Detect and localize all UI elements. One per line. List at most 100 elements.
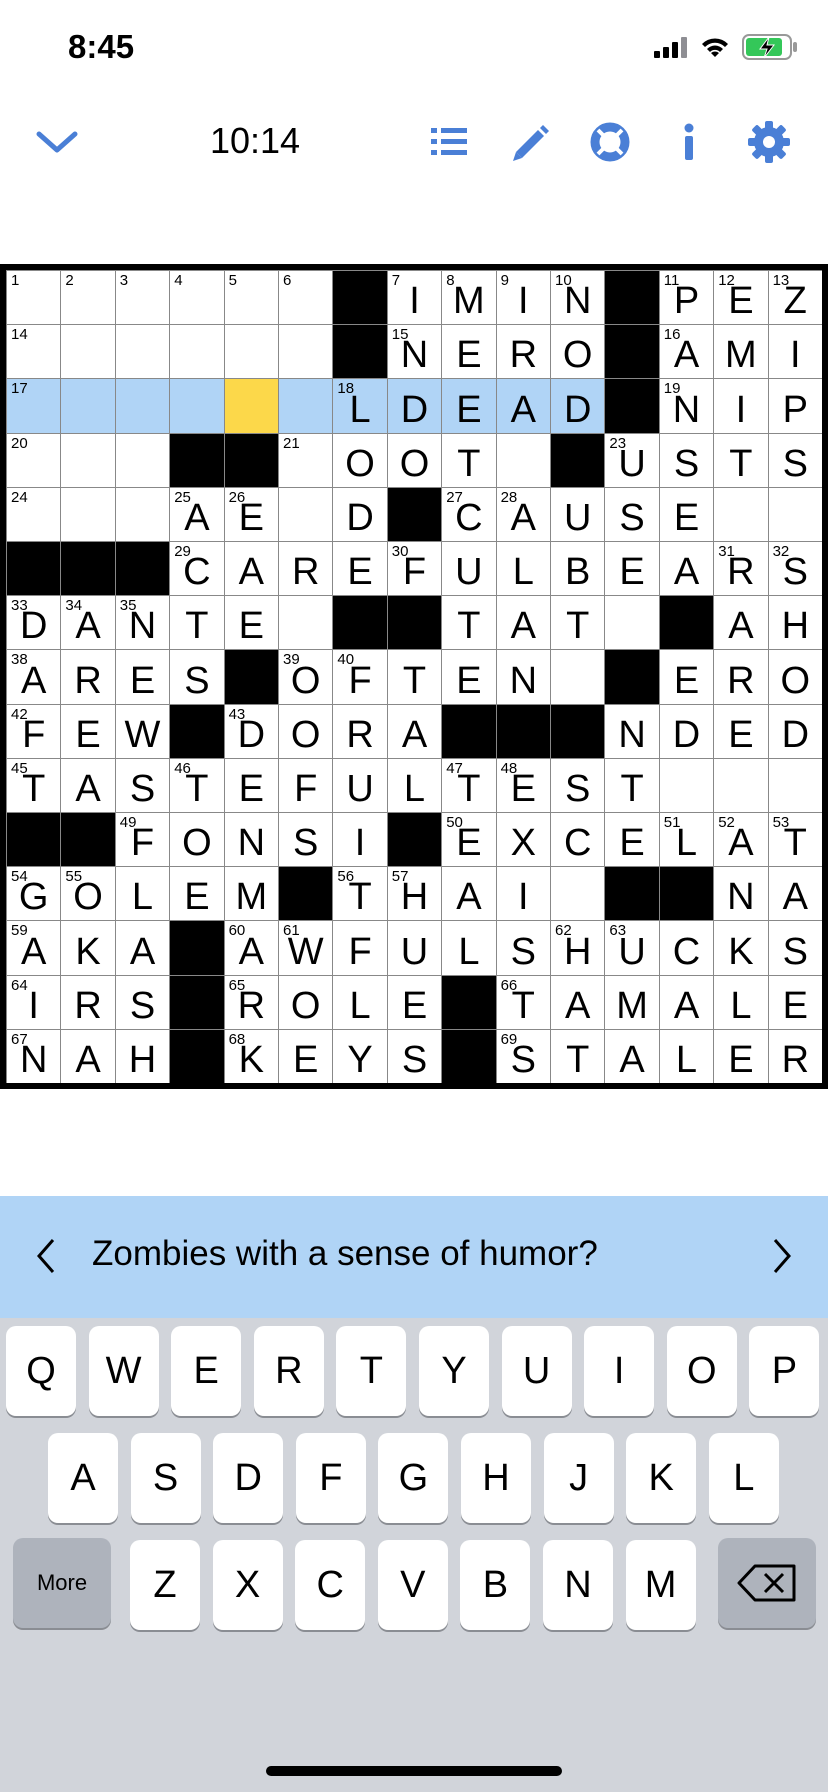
- grid-cell[interactable]: 20: [7, 433, 61, 487]
- grid-cell[interactable]: 42 F: [7, 704, 61, 758]
- grid-cell[interactable]: 51 L: [659, 813, 714, 867]
- grid-cell[interactable]: T: [551, 596, 605, 650]
- grid-cell[interactable]: 56 T: [333, 867, 387, 921]
- grid-cell[interactable]: [605, 596, 659, 650]
- grid-cell[interactable]: [115, 325, 170, 379]
- grid-cell[interactable]: T: [551, 1029, 605, 1083]
- grid-cell[interactable]: U: [551, 487, 605, 541]
- grid-cell[interactable]: 38 A: [7, 650, 61, 704]
- grid-cell[interactable]: 24: [7, 487, 61, 541]
- grid-cell[interactable]: M: [714, 325, 768, 379]
- grid-cell[interactable]: M: [224, 867, 278, 921]
- key-x[interactable]: X: [212, 1540, 283, 1630]
- grid-cell[interactable]: T: [714, 433, 768, 487]
- grid-cell[interactable]: [659, 758, 714, 812]
- grid-cell[interactable]: 19 N: [659, 379, 714, 433]
- grid-cell[interactable]: H: [768, 596, 822, 650]
- grid-cell[interactable]: I: [496, 867, 550, 921]
- grid-cell[interactable]: T: [387, 650, 442, 704]
- grid-cell[interactable]: E: [442, 379, 496, 433]
- grid-cell[interactable]: A: [768, 867, 822, 921]
- key-k[interactable]: K: [626, 1433, 697, 1523]
- grid-cell[interactable]: 45 T: [7, 758, 61, 812]
- grid-cell[interactable]: [279, 379, 333, 433]
- grid-cell[interactable]: O: [279, 975, 333, 1029]
- grid-cell[interactable]: 67 N: [7, 1029, 61, 1083]
- grid-cell[interactable]: 63 U: [605, 921, 659, 975]
- grid-cell[interactable]: A: [442, 867, 496, 921]
- grid-cell[interactable]: 4: [170, 271, 224, 325]
- grid-cell[interactable]: L: [659, 1029, 714, 1083]
- grid-cell[interactable]: D: [333, 487, 387, 541]
- grid-cell[interactable]: A: [387, 704, 442, 758]
- key-u[interactable]: U: [501, 1326, 572, 1416]
- grid-cell[interactable]: U: [442, 542, 496, 596]
- grid-cell[interactable]: 47 T: [442, 758, 496, 812]
- grid-cell[interactable]: 12 E: [714, 271, 768, 325]
- grid-cell[interactable]: [768, 487, 822, 541]
- grid-cell[interactable]: D: [387, 379, 442, 433]
- grid-cell[interactable]: 55 O: [61, 867, 115, 921]
- key-w[interactable]: W: [88, 1326, 159, 1416]
- key-y[interactable]: Y: [419, 1326, 489, 1416]
- key-t[interactable]: T: [336, 1326, 407, 1416]
- grid-cell[interactable]: R: [333, 704, 387, 758]
- key-m[interactable]: M: [625, 1540, 696, 1630]
- grid-cell[interactable]: O: [170, 813, 224, 867]
- grid-cell[interactable]: S: [768, 433, 822, 487]
- grid-cell[interactable]: I: [714, 379, 768, 433]
- key-e[interactable]: E: [171, 1326, 242, 1416]
- grid-cell[interactable]: E: [224, 596, 278, 650]
- previous-clue-button[interactable]: [24, 1228, 68, 1284]
- grid-cell[interactable]: [61, 379, 115, 433]
- grid-cell[interactable]: R: [61, 650, 115, 704]
- grid-cell[interactable]: A: [115, 921, 170, 975]
- key-z[interactable]: Z: [130, 1540, 200, 1630]
- grid-cell[interactable]: 48 E: [496, 758, 550, 812]
- grid-cell[interactable]: 9I: [496, 271, 550, 325]
- grid-cell[interactable]: 7I: [387, 271, 442, 325]
- grid-cell[interactable]: A: [496, 596, 550, 650]
- grid-cell[interactable]: E: [224, 758, 278, 812]
- grid-cell[interactable]: [170, 325, 224, 379]
- grid-cell[interactable]: 15 N: [387, 325, 442, 379]
- grid-cell[interactable]: P: [768, 379, 822, 433]
- grid-cell[interactable]: U: [387, 921, 442, 975]
- grid-cell[interactable]: [279, 487, 333, 541]
- grid-cell[interactable]: 59 A: [7, 921, 61, 975]
- grid-cell[interactable]: T: [442, 596, 496, 650]
- grid-cell[interactable]: S: [659, 433, 714, 487]
- grid-cell[interactable]: 16 A: [659, 325, 714, 379]
- grid-cell[interactable]: 52 A: [714, 813, 768, 867]
- key-i[interactable]: I: [584, 1326, 655, 1416]
- grid-cell[interactable]: 28 A: [496, 487, 550, 541]
- pencil-mode-button[interactable]: [504, 116, 556, 168]
- grid-cell[interactable]: E: [333, 542, 387, 596]
- grid-cell[interactable]: S: [496, 921, 550, 975]
- grid-cell[interactable]: 30 F: [387, 542, 442, 596]
- grid-cell[interactable]: 21: [279, 433, 333, 487]
- grid-cell[interactable]: O: [551, 325, 605, 379]
- grid-cell[interactable]: [279, 325, 333, 379]
- grid-cell[interactable]: 68 K: [224, 1029, 278, 1083]
- grid-cell[interactable]: K: [61, 921, 115, 975]
- grid-cell[interactable]: 26 E: [224, 487, 278, 541]
- key-n[interactable]: N: [543, 1540, 613, 1630]
- grid-cell[interactable]: F: [279, 758, 333, 812]
- key-h[interactable]: H: [461, 1433, 531, 1523]
- grid-cell[interactable]: D: [551, 379, 605, 433]
- grid-cell[interactable]: O: [333, 433, 387, 487]
- grid-cell[interactable]: T: [170, 596, 224, 650]
- grid-cell[interactable]: L: [115, 867, 170, 921]
- grid-cell[interactable]: E: [605, 813, 659, 867]
- grid-cell[interactable]: D: [659, 704, 714, 758]
- grid-cell[interactable]: A: [224, 542, 278, 596]
- grid-cell[interactable]: S: [387, 1029, 442, 1083]
- key-j[interactable]: J: [543, 1433, 614, 1523]
- grid-cell[interactable]: 34 A: [61, 596, 115, 650]
- grid-cell[interactable]: E: [605, 542, 659, 596]
- grid-cell[interactable]: 27 C: [442, 487, 496, 541]
- key-b[interactable]: B: [460, 1540, 531, 1630]
- grid-cell[interactable]: [61, 433, 115, 487]
- grid-cell[interactable]: [551, 867, 605, 921]
